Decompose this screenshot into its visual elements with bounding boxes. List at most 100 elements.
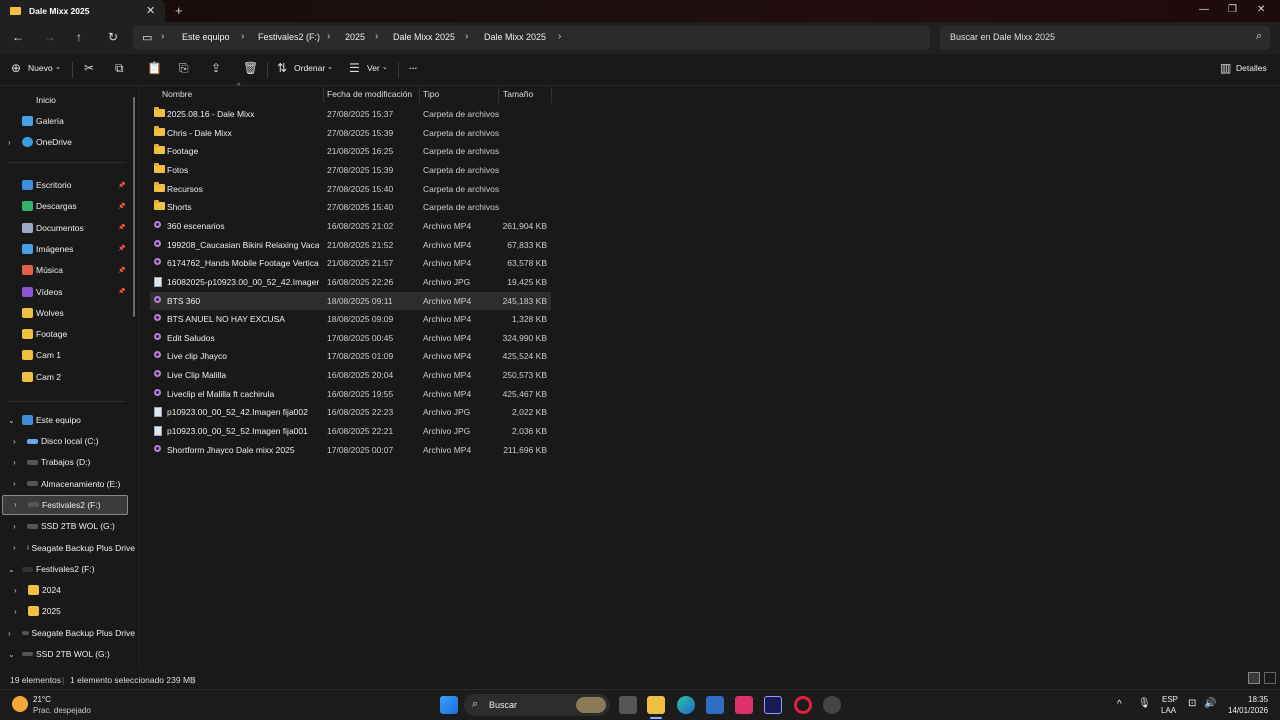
sidebar-item-pinned[interactable]: Imágenes 📌	[0, 239, 135, 259]
sidebar-item-drive[interactable]: › Disco local (C:)	[0, 431, 135, 451]
file-row[interactable]: Shorts 27/08/2025 15:40 Carpeta de archivo…	[150, 198, 551, 216]
premiere-icon[interactable]	[764, 696, 782, 714]
chevron-right-icon[interactable]: ›	[13, 458, 16, 467]
sidebar-item-pinned[interactable]: Música 📌	[0, 260, 135, 280]
chevron-down-icon[interactable]: ⌄	[382, 63, 388, 71]
chevron-down-icon[interactable]: ⌄	[55, 63, 61, 71]
column-header-type[interactable]: Tipo	[423, 89, 439, 99]
chevron-right-icon[interactable]: ›	[375, 31, 378, 42]
chevron-down-icon[interactable]: ⌄	[8, 650, 15, 659]
chevron-right-icon[interactable]: ›	[558, 31, 561, 42]
forward-icon[interactable]: →	[44, 30, 56, 44]
file-row[interactable]: 16082025-p10923.00_00_52_42.Imagen fij..…	[150, 273, 551, 291]
file-row[interactable]: Footage 21/08/2025 16:25 Carpeta de archiv…	[150, 142, 551, 160]
file-row[interactable]: 2025.08.16 - Dale Mixx 27/08/2025 15:37 Ca…	[150, 105, 551, 123]
breadcrumb-item[interactable]: 2025	[345, 32, 365, 42]
file-row[interactable]: p10923.00_00_52_42.Imagen fija002 16/08/2…	[150, 403, 551, 421]
column-header-date[interactable]: Fecha de modificación	[327, 89, 412, 99]
sidebar-item-drive[interactable]: › Almacenamiento (E:)	[0, 474, 135, 494]
sidebar-item-home[interactable]: Inicio	[0, 90, 135, 110]
column-divider[interactable]	[419, 87, 420, 103]
file-explorer-icon[interactable]	[647, 696, 665, 714]
taskbar-search[interactable]: ⌕ Buscar	[464, 694, 610, 716]
breadcrumb-item[interactable]: Festivales2 (F:)	[258, 32, 320, 42]
capcut-icon[interactable]	[735, 696, 753, 714]
new-button[interactable]: Nuevo	[28, 63, 53, 73]
chevron-right-icon[interactable]: ›	[161, 31, 164, 42]
microphone-icon[interactable]: 🎙	[1138, 698, 1151, 709]
network-icon[interactable]: ⊡	[1188, 698, 1196, 709]
chevron-down-icon[interactable]: ⌄	[8, 565, 15, 574]
pin-icon[interactable]: 📌	[118, 267, 125, 274]
edge-icon[interactable]	[677, 696, 695, 714]
refresh-icon[interactable]: ↻	[108, 30, 118, 44]
column-divider[interactable]	[551, 87, 552, 103]
column-divider[interactable]	[498, 87, 499, 103]
sidebar-item-ssd[interactable]: ⌄ SSD 2TB WOL (G:)	[0, 644, 135, 664]
sidebar-item-onedrive[interactable]: › OneDrive	[0, 132, 135, 152]
chevron-right-icon[interactable]: ›	[8, 138, 11, 147]
file-row[interactable]: Live clip Jhayco 17/08/2025 01:09 Archivo …	[150, 347, 551, 365]
chevron-right-icon[interactable]: ›	[465, 31, 468, 42]
chevron-right-icon[interactable]: ›	[13, 479, 16, 488]
file-row[interactable]: Fotos 27/08/2025 15:39 Carpeta de archivos	[150, 161, 551, 179]
sidebar-item-pinned[interactable]: Cam 2	[0, 367, 135, 387]
share-icon[interactable]: ⇪	[211, 61, 221, 75]
chevron-right-icon[interactable]: ›	[13, 543, 16, 552]
chevron-right-icon[interactable]: ›	[14, 607, 17, 616]
start-icon[interactable]	[440, 696, 458, 714]
volume-icon[interactable]: 🔊	[1204, 698, 1216, 709]
tab-dale-mixx[interactable]: Dale Mixx 2025 ✕	[0, 0, 165, 22]
file-row[interactable]: Liveclip el Malilla ft cachirula 16/08/20…	[150, 385, 551, 403]
chevron-up-icon[interactable]: ^	[1117, 699, 1122, 710]
sidebar-item-2025[interactable]: › 2025	[0, 601, 135, 621]
pin-icon[interactable]: 📌	[118, 224, 125, 231]
paste-icon[interactable]: 📋	[147, 61, 162, 75]
chevron-right-icon[interactable]: ›	[14, 500, 17, 509]
file-row[interactable]: Recursos 27/08/2025 15:40 Carpeta de archi…	[150, 180, 551, 198]
file-row[interactable]: 360 escenarios 16/08/2025 21:02 Archivo MP…	[150, 217, 551, 235]
sidebar-item-gallery[interactable]: Galería	[0, 111, 135, 131]
up-icon[interactable]: ↑	[76, 30, 82, 44]
clock-time[interactable]: 18:35	[1248, 695, 1268, 704]
copy-icon[interactable]: ⧉	[115, 61, 124, 76]
sidebar-scrollbar[interactable]	[133, 97, 135, 317]
language-top[interactable]: ESP	[1162, 695, 1178, 704]
close-window-icon[interactable]: ✕	[1257, 4, 1265, 15]
store-icon[interactable]	[706, 696, 724, 714]
sidebar-item-this-pc[interactable]: ⌄ Este equipo	[0, 410, 135, 430]
breadcrumb-item[interactable]: Este equipo	[182, 32, 230, 42]
close-tab-icon[interactable]: ✕	[146, 4, 155, 17]
file-row[interactable]: p10923.00_00_52_52.Imagen fija001 16/08/2…	[150, 422, 551, 440]
sidebar-item-pinned[interactable]: Vídeos 📌	[0, 282, 135, 302]
restore-icon[interactable]: ❐	[1228, 4, 1237, 15]
file-row[interactable]: Edit Saludos 17/08/2025 00:45 Archivo MP4 3…	[150, 329, 551, 347]
sidebar-item-pinned[interactable]: Descargas 📌	[0, 196, 135, 216]
chevron-right-icon[interactable]: ›	[13, 522, 16, 531]
pin-icon[interactable]: 📌	[118, 203, 125, 210]
breadcrumb[interactable]: ▭ › Este equipo › Festivales2 (F:) › 202…	[133, 26, 930, 50]
chevron-right-icon[interactable]: ›	[13, 437, 16, 446]
language-bottom[interactable]: LAA	[1161, 706, 1176, 715]
search-box[interactable]: Buscar en Dale Mixx 2025 ⌕	[940, 26, 1270, 50]
task-view-icon[interactable]	[619, 696, 637, 714]
sidebar-item-drive[interactable]: › Trabajos (D:)	[0, 452, 135, 472]
sidebar-item-pinned[interactable]: Documentos 📌	[0, 218, 135, 238]
clock-date[interactable]: 14/01/2026	[1228, 706, 1268, 715]
sidebar-item-drive[interactable]: › Festivales2 (F:)	[2, 494, 128, 515]
file-row[interactable]: BTS 360 18/08/2025 09:11 Archivo MP4 245,18…	[150, 291, 551, 310]
file-row[interactable]: Live Clip Malilla 16/08/2025 20:04 Archivo…	[150, 366, 551, 384]
pin-icon[interactable]: 📌	[118, 245, 125, 252]
minimize-icon[interactable]: —	[1199, 4, 1209, 15]
sidebar-item-pinned[interactable]: Wolves	[0, 303, 135, 323]
breadcrumb-item[interactable]: Dale Mixx 2025	[484, 32, 546, 42]
chevron-right-icon[interactable]: ›	[8, 629, 11, 638]
delete-icon[interactable]: 🗑	[243, 61, 258, 75]
file-row[interactable]: Chris - Dale Mixx 27/08/2025 15:39 Carpeta…	[150, 124, 551, 142]
pin-icon[interactable]: 📌	[118, 288, 125, 295]
breadcrumb-item[interactable]: Dale Mixx 2025	[393, 32, 455, 42]
sidebar-item-drive[interactable]: › SSD 2TB WOL (G:)	[0, 516, 135, 536]
more-options-button[interactable]: ···	[409, 63, 418, 73]
column-divider[interactable]	[323, 87, 324, 103]
back-icon[interactable]: ←	[12, 30, 24, 44]
